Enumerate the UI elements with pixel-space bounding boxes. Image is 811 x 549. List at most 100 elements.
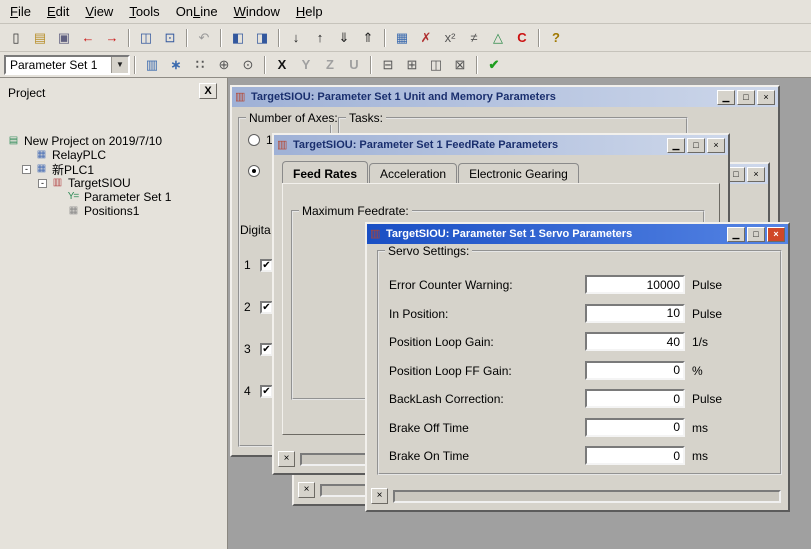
servo-input-error-counter-warning[interactable] (585, 275, 685, 294)
feedrate-maximize-button[interactable]: □ (687, 138, 705, 153)
unit-memory-minimize-button[interactable]: ▁ (717, 90, 735, 105)
copy-block-icon[interactable]: ◧ (227, 28, 249, 48)
status-display-icon[interactable]: ≠ (463, 28, 485, 48)
axis-toolbar-buttons: ▥∗∷⊕⊙ XYZU ⊟⊞◫⊠ ✔ (140, 55, 506, 75)
servo-maximize-button[interactable]: □ (747, 227, 765, 242)
status-strip-close-button[interactable]: × (371, 488, 388, 504)
servo-minimize-button[interactable]: ▁ (727, 227, 745, 242)
servo-field-label: Position Loop Gain: (389, 335, 494, 349)
radio-icon[interactable] (248, 134, 260, 146)
undo-icon[interactable]: ↶ (193, 28, 215, 48)
monitor-axis-icon[interactable]: ∗ (165, 55, 187, 75)
help-icon[interactable]: ? (545, 28, 567, 48)
tab-electronic-gearing[interactable]: Electronic Gearing (458, 163, 579, 183)
unit-memory-maximize-button[interactable]: □ (737, 90, 755, 105)
servo-input-brake-on-time[interactable] (585, 446, 685, 465)
servo-input-in-position[interactable] (585, 304, 685, 323)
origin-search-icon[interactable]: ⊕ (213, 55, 235, 75)
digital-output-row: 2✔ (244, 300, 273, 314)
digital-row-number: 1 (244, 258, 256, 272)
project-tree: ▤New Project on 2019/7/10▦RelayPLC-▦新PLC… (0, 134, 225, 549)
download-to-plc-icon[interactable]: → (101, 28, 123, 48)
servo-input-backlash-correction[interactable] (585, 389, 685, 408)
servo-input-position-loop-gain[interactable] (585, 332, 685, 351)
servo-close-button[interactable]: × (767, 227, 785, 242)
dot-matrix-icon[interactable]: ∷ (189, 55, 211, 75)
run-mode-icon[interactable]: △ (487, 28, 509, 48)
paste-icon[interactable]: ⊡ (159, 28, 181, 48)
check-program-icon[interactable]: ▦ (391, 28, 413, 48)
x-axis-button[interactable]: X (271, 55, 293, 75)
timer-icon[interactable]: ⊙ (237, 55, 259, 75)
insert-line-up-icon[interactable]: ↑ (309, 28, 331, 48)
tree-item-parameter-set-1[interactable]: Y=Parameter Set 1 (0, 190, 225, 204)
save-project-icon[interactable]: ▣ (53, 28, 75, 48)
toolbar-separator (278, 29, 280, 47)
servo-input-brake-off-time[interactable] (585, 418, 685, 437)
tree-expander[interactable]: - (38, 179, 47, 188)
menu-tools[interactable]: Tools (121, 1, 167, 22)
jog-minus-icon[interactable]: ⊟ (377, 55, 399, 75)
toolbar-separator (220, 29, 222, 47)
position-data-icon[interactable]: ▥ (141, 55, 163, 75)
servo-field-row: Position Loop FF Gain:% (367, 361, 788, 381)
open-project-icon[interactable]: ▤ (29, 28, 51, 48)
menu-help[interactable]: Help (288, 1, 331, 22)
tasks-label: Tasks: (346, 111, 386, 125)
z-axis-button[interactable]: Z (319, 55, 341, 75)
tree-item-relayplc[interactable]: ▦RelayPLC (0, 148, 225, 162)
teach-position-icon[interactable]: ◫ (425, 55, 447, 75)
u-axis-button[interactable]: U (343, 55, 365, 75)
upload-from-plc-icon[interactable]: ← (77, 28, 99, 48)
servo-field-unit: Pulse (692, 307, 722, 321)
menu-edit[interactable]: Edit (39, 1, 77, 22)
tree-item-targetsiou[interactable]: -▥TargetSIOU (0, 176, 225, 190)
servo-window: ▥ TargetSIOU: Parameter Set 1 Servo Para… (365, 222, 790, 512)
tab-acceleration[interactable]: Acceleration (369, 163, 457, 183)
comment-icon[interactable]: C (511, 28, 533, 48)
menu-window[interactable]: Window (226, 1, 288, 22)
copy-icon[interactable]: ◫ (135, 28, 157, 48)
servo-input-position-loop-ff-gain[interactable] (585, 361, 685, 380)
find-error-icon[interactable]: ✗ (415, 28, 437, 48)
insert-line-down-icon[interactable]: ↓ (285, 28, 307, 48)
new-document-icon[interactable]: ▯ (5, 28, 27, 48)
radio-icon[interactable] (248, 165, 260, 177)
digital-row-number: 3 (244, 342, 256, 356)
apply-check-icon[interactable]: ✔ (483, 55, 505, 75)
unit-memory-close-button[interactable]: × (757, 90, 775, 105)
parameter-set-combo-value: Parameter Set 1 (6, 57, 111, 73)
servo-field-unit: % (692, 364, 703, 378)
tree-item-xin-plc1[interactable]: -▦新PLC1 (0, 162, 225, 176)
servo-titlebar[interactable]: ▥ TargetSIOU: Parameter Set 1 Servo Para… (367, 224, 788, 244)
project-panel-close-button[interactable]: X (199, 83, 217, 99)
background-window-close-button[interactable]: × (747, 167, 765, 182)
unit-memory-titlebar[interactable]: ▥ TargetSIOU: Parameter Set 1 Unit and M… (232, 87, 778, 107)
menu-file[interactable]: File (2, 1, 39, 22)
tree-item-positions1[interactable]: ▦Positions1 (0, 204, 225, 218)
menu-online[interactable]: OnLine (168, 1, 226, 22)
status-strip-close-button[interactable]: × (298, 482, 315, 498)
monitor-values-icon[interactable]: x² (439, 28, 461, 48)
tab-feed-rates[interactable]: Feed Rates (282, 161, 368, 183)
status-strip-close-button[interactable]: × (278, 451, 295, 467)
jump-down-icon[interactable]: ⇓ (333, 28, 355, 48)
jump-up-icon[interactable]: ⇑ (357, 28, 379, 48)
tree-item-label: Parameter Set 1 (84, 190, 171, 204)
servo-field-unit: ms (692, 449, 708, 463)
feedrate-titlebar[interactable]: ▥ TargetSIOU: Parameter Set 1 FeedRate P… (274, 135, 728, 155)
jog-plus-icon[interactable]: ⊞ (401, 55, 423, 75)
combo-dropdown-button[interactable]: ▼ (111, 57, 128, 73)
y-axis-button[interactable]: Y (295, 55, 317, 75)
feedrate-minimize-button[interactable]: ▁ (667, 138, 685, 153)
tree-item-new-project[interactable]: ▤New Project on 2019/7/10 (0, 134, 225, 148)
axes-option[interactable] (248, 165, 260, 177)
menu-view[interactable]: View (77, 1, 121, 22)
paste-block-icon[interactable]: ◨ (251, 28, 273, 48)
tree-item-label: 新PLC1 (52, 161, 94, 178)
tree-expander[interactable]: - (22, 165, 31, 174)
feedrate-close-button[interactable]: × (707, 138, 725, 153)
axes-option[interactable]: 1 (248, 133, 273, 147)
parameter-set-combo[interactable]: Parameter Set 1 ▼ (4, 55, 130, 75)
delete-position-icon[interactable]: ⊠ (449, 55, 471, 75)
